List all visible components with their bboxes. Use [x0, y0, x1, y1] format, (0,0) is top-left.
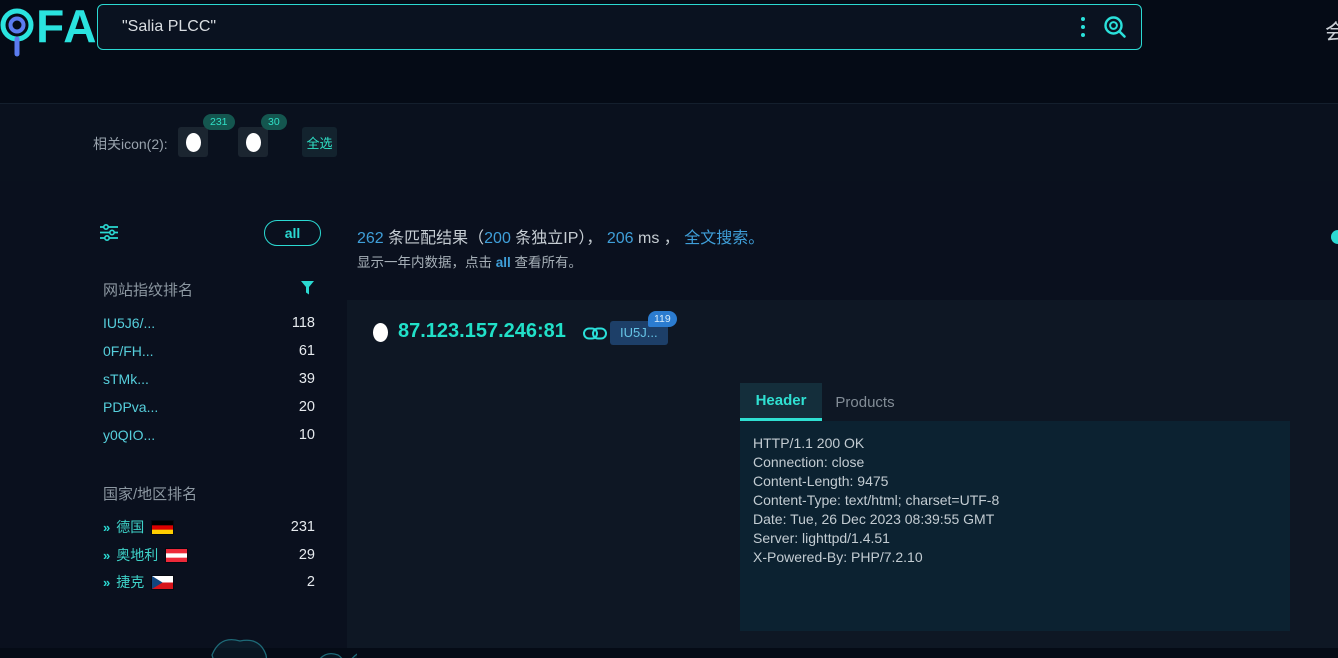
fingerprint-count: 20: [299, 399, 315, 415]
http-header-panel[interactable]: HTTP/1.1 200 OK Connection: close Conten…: [740, 421, 1290, 631]
fingerprint-label: IU5J6/...: [103, 315, 155, 331]
related-favicon-1[interactable]: [178, 127, 208, 157]
all-filter-button[interactable]: all: [264, 220, 321, 246]
fingerprint-row[interactable]: IU5J6/... 118: [103, 313, 315, 333]
summary-text: 条匹配结果（: [384, 230, 484, 247]
fingerprint-label: PDPva...: [103, 399, 158, 415]
match-count: 262: [357, 230, 384, 247]
card-tabs: Header Products: [740, 383, 908, 421]
search-input[interactable]: [98, 18, 1081, 36]
fingerprint-row[interactable]: y0QIO... 10: [103, 425, 315, 445]
country-ranking-title: 国家/地区排名: [103, 483, 197, 504]
chevron-right-icon: »: [103, 575, 108, 590]
world-map[interactable]: [62, 597, 357, 658]
world-map-graphic: [62, 597, 357, 658]
search-icon: [1103, 15, 1127, 39]
country-name: 捷克: [116, 572, 144, 592]
fingerprint-label: 0F/FH...: [103, 343, 154, 359]
fingerprint-count: 118: [292, 315, 315, 331]
http-header-line: Content-Length: 9475: [753, 472, 1290, 491]
related-favicon-2[interactable]: [238, 127, 268, 157]
fingerprint-count: 10: [299, 427, 315, 443]
fofa-logo[interactable]: F F A: [0, 0, 95, 58]
result-favicon: [373, 323, 388, 342]
note-text: 显示一年内数据，点击: [357, 255, 496, 270]
chevron-right-icon: »: [103, 548, 108, 563]
country-count: 231: [291, 519, 315, 535]
fingerprint-count: 39: [299, 371, 315, 387]
logo-magnifier-icon: [0, 4, 35, 58]
note-text: 查看所有。: [511, 255, 582, 270]
chevron-right-icon: »: [103, 520, 108, 535]
fingerprint-badge-count: 119: [648, 311, 677, 327]
search-submit-button[interactable]: [1103, 15, 1127, 39]
filter-sliders-icon[interactable]: [100, 224, 118, 241]
favicon-oval: [186, 133, 201, 152]
summary-text: 条独立IP），: [511, 230, 607, 247]
http-header-line: HTTP/1.1 200 OK: [753, 434, 1290, 453]
fingerprint-row[interactable]: sTMk... 39: [103, 369, 315, 389]
logo-letter: A: [63, 0, 95, 52]
floating-action-button[interactable]: [1331, 230, 1338, 244]
result-ip-link[interactable]: 87.123.157.246:81: [398, 320, 566, 343]
fingerprint-count: 61: [299, 343, 315, 359]
http-header-line: Content-Type: text/html; charset=UTF-8: [753, 491, 1290, 510]
favicon-oval: [246, 133, 261, 152]
search-options-kebab-icon[interactable]: [1081, 17, 1085, 37]
http-header-line: X-Powered-By: PHP/7.2.10: [753, 548, 1290, 567]
search-bar: [97, 4, 1142, 50]
external-link-icon[interactable]: [583, 327, 607, 340]
http-header-line: Date: Tue, 26 Dec 2023 08:39:55 GMT: [753, 510, 1290, 529]
fofa-search-page: F F A 会 相关icon(2): 231 30 全选: [0, 0, 1338, 658]
results-note: 显示一年内数据，点击 all 查看所有。: [357, 251, 582, 271]
logo-letter: F: [36, 0, 63, 52]
fingerprint-row[interactable]: PDPva... 20: [103, 397, 315, 417]
select-all-button[interactable]: 全选: [302, 127, 337, 157]
all-link[interactable]: all: [496, 255, 511, 270]
country-count: 29: [299, 547, 315, 563]
flag-austria-icon: [166, 549, 187, 562]
country-count: 2: [307, 574, 315, 590]
flag-czech-icon: [152, 576, 173, 589]
tab-products[interactable]: Products: [822, 383, 908, 421]
http-header-line: Server: lighttpd/1.4.51: [753, 529, 1290, 548]
country-row-czech[interactable]: » 捷克 2: [103, 572, 315, 592]
fingerprint-label: y0QIO...: [103, 427, 155, 443]
fingerprint-row[interactable]: 0F/FH... 61: [103, 341, 315, 361]
country-row-germany[interactable]: » 德国 231: [103, 517, 315, 537]
related-favicon-2-count-badge: 30: [261, 114, 287, 130]
result-card: 87.123.157.246:81 IU5J... 119 Home 87.12…: [347, 300, 1338, 648]
flag-germany-icon: [152, 521, 173, 534]
fingerprint-label: sTMk...: [103, 371, 149, 387]
fulltext-search-link[interactable]: 全文搜索。: [684, 230, 764, 247]
http-header-line: Connection: close: [753, 453, 1290, 472]
related-icons-label: 相关icon(2):: [93, 134, 168, 154]
summary-text: ms ，: [634, 230, 685, 247]
fingerprint-ranking-title: 网站指纹排名: [103, 279, 193, 300]
country-name: 奥地利: [116, 545, 158, 565]
unique-ip-count: 200: [484, 230, 511, 247]
country-name: 德国: [116, 517, 144, 537]
funnel-filter-icon[interactable]: [301, 281, 314, 295]
related-favicon-1-count-badge: 231: [203, 114, 235, 130]
tab-header[interactable]: Header: [740, 383, 822, 421]
query-time: 206: [607, 230, 634, 247]
nav-member-partial[interactable]: 会: [1325, 16, 1338, 46]
country-row-austria[interactable]: » 奥地利 29: [103, 545, 315, 565]
results-summary: 262 条匹配结果（200 条独立IP）， 206 ms ， 全文搜索。: [357, 224, 764, 248]
